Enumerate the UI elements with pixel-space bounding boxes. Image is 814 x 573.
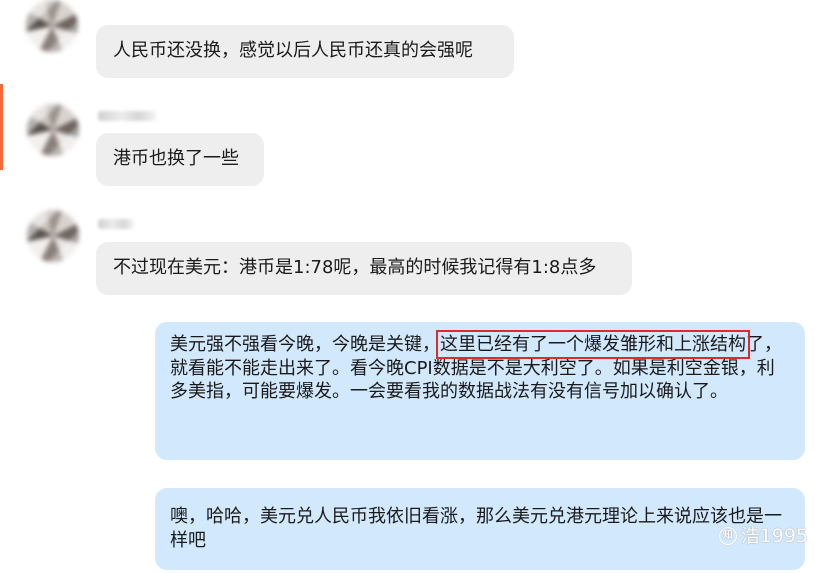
message-text: 不过现在美元：港币是1:78呢，最高的时候我记得有1:8点多 (113, 257, 597, 278)
avatar[interactable] (26, 0, 78, 52)
message-bubble-incoming: 人民币还没换，感觉以后人民币还真的会强呢 (96, 25, 514, 78)
message-bubble-outgoing: 噢，哈哈，美元兑人民币我依旧看涨，那么美元兑港元理论上来说应该也是一样吧 (155, 488, 805, 570)
message-bubble-incoming: 港币也换了一些 (96, 133, 264, 186)
highlighted-phrase: 这里已经有了一个爆发雏形和上涨结构 (436, 330, 750, 359)
sender-name-blurred (98, 219, 134, 229)
avatar[interactable] (27, 104, 79, 156)
message-text: 噢，哈哈，美元兑人民币我依旧看涨，那么美元兑港元理论上来说应该也是一样吧 (170, 506, 782, 551)
accent-bar (0, 84, 3, 170)
sender-name-blurred (98, 111, 156, 121)
message-bubble-incoming: 不过现在美元：港币是1:78呢，最高的时候我记得有1:8点多 (96, 242, 632, 295)
watermark-text: 浩1995 (740, 525, 808, 547)
message-text: 人民币还没换，感觉以后人民币还真的会强呢 (113, 40, 473, 61)
watermark: 知 浩1995 (718, 525, 808, 547)
message-text: 美元强不强看今晚，今晚是关键，这里已经有了一个爆发雏形和上涨结构了，就看能不能走… (170, 330, 791, 404)
message-text: 港币也换了一些 (113, 148, 239, 169)
message-text-before: 美元强不强看今晚，今晚是关键， (170, 334, 440, 355)
message-bubble-outgoing: 美元强不强看今晚，今晚是关键，这里已经有了一个爆发雏形和上涨结构了，就看能不能走… (155, 322, 805, 460)
zhihu-logo-icon: 知 (718, 527, 737, 545)
avatar[interactable] (27, 210, 79, 262)
